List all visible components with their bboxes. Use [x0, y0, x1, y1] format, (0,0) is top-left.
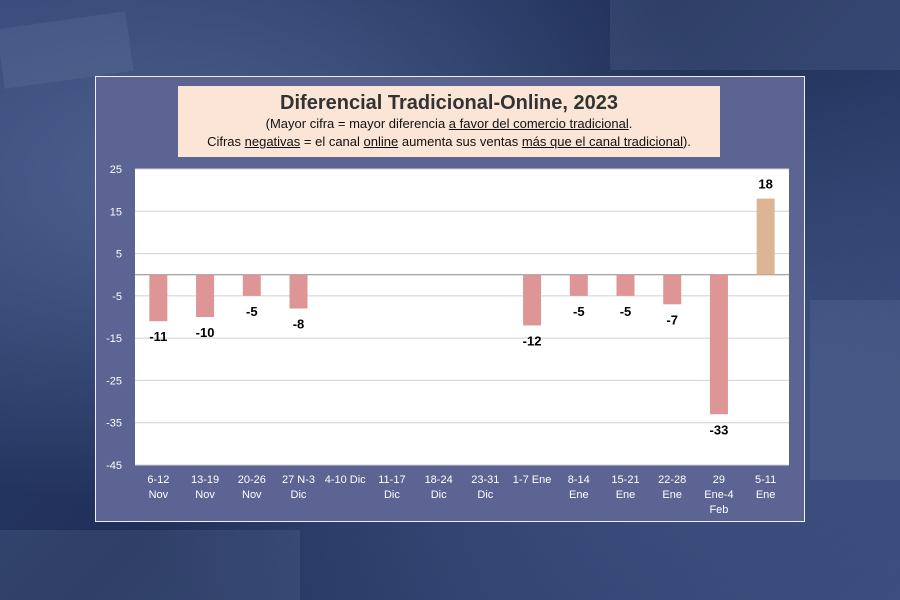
x-tick-label: Feb — [709, 504, 728, 516]
data-label: -8 — [293, 317, 305, 332]
bar — [196, 274, 215, 317]
x-tick-label: Ene — [756, 489, 776, 501]
data-label: -10 — [196, 325, 215, 340]
x-tick-label: Dic — [384, 489, 400, 501]
data-label: -7 — [666, 312, 678, 327]
x-tick-label: 23-31 — [471, 474, 499, 486]
x-tick-label: Ene — [662, 489, 682, 501]
x-tick-label: 15-21 — [611, 474, 639, 486]
bar — [289, 274, 308, 309]
data-label: -11 — [149, 329, 167, 344]
x-tick-label: Ene — [616, 489, 636, 501]
x-tick-label: 13-19 — [191, 474, 219, 486]
x-tick-label: 27 N-3 — [282, 474, 315, 486]
bar — [149, 274, 168, 322]
y-tick-label: -45 — [106, 460, 122, 472]
bar — [569, 274, 588, 296]
bar — [756, 198, 775, 275]
y-tick-label: -35 — [106, 418, 122, 430]
x-tick-label: Dic — [291, 489, 307, 501]
data-label: -5 — [246, 304, 258, 319]
x-tick-label: Nov — [149, 489, 169, 501]
x-tick-label: Ene — [569, 489, 589, 501]
x-tick-label: 1-7 Ene — [513, 474, 552, 486]
x-tick-label: 29 — [713, 474, 725, 486]
bar — [523, 274, 542, 326]
x-tick-label: 4-10 Dic — [325, 474, 366, 486]
bar — [242, 274, 261, 296]
y-tick-label: -25 — [106, 375, 122, 387]
y-tick-label: -5 — [112, 291, 122, 303]
data-label: 18 — [758, 177, 772, 192]
x-tick-label: Dic — [431, 489, 447, 501]
bar — [616, 274, 635, 296]
x-tick-label: 18-24 — [425, 474, 453, 486]
x-tick-label: 11-17 — [378, 474, 405, 486]
y-tick-label: 5 — [116, 249, 122, 261]
x-tick-label: Dic — [477, 489, 493, 501]
data-label: -12 — [523, 333, 542, 348]
x-tick-label: Nov — [195, 489, 215, 501]
x-tick-label: 20-26 — [238, 474, 266, 486]
bar — [709, 274, 728, 415]
data-label: -33 — [710, 422, 729, 437]
x-tick-label: Nov — [242, 489, 262, 501]
x-tick-label: 5-11 — [755, 474, 776, 486]
bar — [663, 274, 682, 305]
bar-chart: 25 15 5 -5 -15 -25 -35 -45 -11 6-12 Nov -10 13-19 Nov… — [106, 164, 789, 516]
data-label: -5 — [620, 304, 632, 319]
x-tick-label: 22-28 — [658, 474, 686, 486]
x-tick-label: 8-14 — [568, 474, 590, 486]
y-tick-label: -15 — [106, 333, 122, 345]
plot-area — [135, 169, 789, 465]
y-tick-label: 25 — [110, 164, 122, 176]
data-label: -5 — [573, 304, 585, 319]
x-tick-label: Ene-4 — [704, 489, 733, 501]
x-tick-label: 6-12 — [147, 474, 169, 486]
y-tick-label: 15 — [110, 206, 122, 218]
